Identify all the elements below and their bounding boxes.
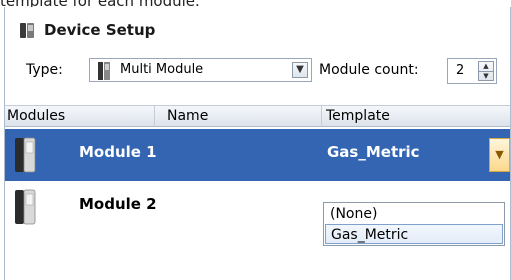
dropdown-option-gas-metric[interactable]: Gas_Metric <box>325 224 503 244</box>
panel-title: Device Setup <box>44 21 156 39</box>
type-select[interactable]: Multi Module ▼ <box>89 58 312 82</box>
module-name: Module 2 <box>79 195 157 213</box>
module-device-icon <box>15 137 36 173</box>
module-count-label: Module count: <box>319 62 419 78</box>
chevron-down-icon[interactable]: ▼ <box>292 62 308 78</box>
chevron-down-icon[interactable]: ▼ <box>489 138 510 172</box>
dropdown-option-none[interactable]: (None) <box>325 204 503 224</box>
spin-up-icon[interactable]: ▲ <box>479 62 493 72</box>
column-header-modules[interactable]: Modules <box>5 106 155 127</box>
module-template[interactable]: Gas_Metric <box>327 143 420 161</box>
table-row[interactable]: Module 1 Gas_Metric ▼ <box>5 129 510 181</box>
device-setup-panel: Device Setup Type: Multi Module ▼ Module… <box>4 7 511 280</box>
type-row: Type: Multi Module ▼ Module count: 2 ▲ ▼ <box>5 57 510 85</box>
module-count-value[interactable]: 2 <box>456 63 464 78</box>
type-label: Type: <box>26 62 63 78</box>
column-header-template[interactable]: Template <box>322 106 510 127</box>
grid-header: Modules Name Template <box>5 105 510 127</box>
module-name: Module 1 <box>79 143 157 161</box>
panel-titlebar: Device Setup <box>5 7 510 51</box>
type-select-value: Multi Module <box>120 62 204 77</box>
module-count-stepper[interactable]: 2 ▲ ▼ <box>447 58 497 84</box>
template-dropdown-list: (None) Gas_Metric <box>323 202 505 246</box>
spin-down-icon[interactable]: ▼ <box>479 72 493 81</box>
column-header-name[interactable]: Name <box>155 106 322 127</box>
spinner: ▲ ▼ <box>478 61 494 81</box>
device-icon <box>20 23 34 38</box>
module-icon <box>98 62 110 80</box>
module-device-icon <box>15 189 36 225</box>
